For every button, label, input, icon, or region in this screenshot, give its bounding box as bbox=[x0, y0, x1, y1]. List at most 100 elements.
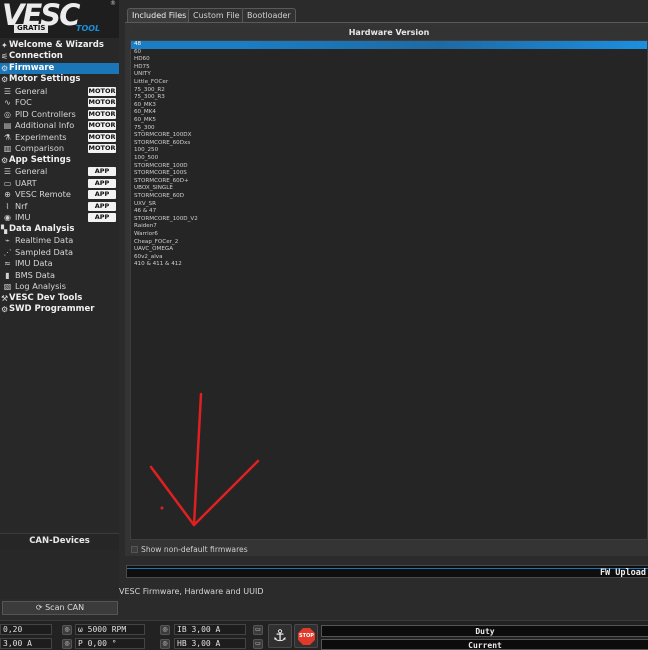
hb-input[interactable]: HB 3,00 A bbox=[174, 638, 246, 649]
hardware-version-item[interactable]: HD75 bbox=[131, 64, 647, 72]
hardware-version-item[interactable]: 410 & 411 & 412 bbox=[131, 261, 647, 269]
hardware-version-item[interactable]: UXV_SR bbox=[131, 201, 647, 209]
hardware-version-item[interactable]: UAVC_OMEGA bbox=[131, 246, 647, 254]
app-icon: ⚙ bbox=[1, 156, 9, 165]
sidebar-item-app-general[interactable]: ☰ General APP bbox=[0, 166, 119, 177]
scan-can-button[interactable]: ⟳ Scan CAN bbox=[2, 601, 118, 615]
logo-gratis: GRATIS bbox=[14, 24, 49, 33]
hardware-version-item[interactable]: 46 & 47 bbox=[131, 208, 647, 216]
motor-badge: MOTOR bbox=[88, 133, 116, 142]
chart-icon: ▚ bbox=[1, 225, 8, 234]
hardware-version-item[interactable]: HD60 bbox=[131, 56, 647, 64]
sidebar-group-data-analysis[interactable]: ▚ Data Analysis bbox=[0, 224, 119, 235]
hardware-version-item[interactable]: Cheap_FOCer_2 bbox=[131, 239, 647, 247]
motor-badge: MOTOR bbox=[88, 110, 116, 119]
rpm-set-button[interactable]: ◎ bbox=[160, 625, 170, 635]
hardware-version-item[interactable]: 60_MK3 bbox=[131, 102, 647, 110]
sidebar-item-additional-info[interactable]: ▤ Additional Info MOTOR bbox=[0, 120, 119, 131]
foc-icon: ∿ bbox=[4, 98, 11, 107]
sliders-icon: ☰ bbox=[3, 87, 12, 96]
sidebar-item-bms-data[interactable]: ▮ BMS Data bbox=[0, 270, 119, 281]
can-devices-list[interactable] bbox=[0, 549, 119, 599]
hb-set-button[interactable]: ▭ bbox=[253, 639, 263, 649]
imu-icon: ◉ bbox=[4, 213, 11, 222]
sidebar-item-imu[interactable]: ◉ IMU APP bbox=[0, 212, 119, 223]
position-set-button[interactable]: ◎ bbox=[160, 639, 170, 649]
tab-included-files[interactable]: Included Files bbox=[127, 8, 192, 22]
hardware-version-item[interactable]: 48 bbox=[131, 41, 647, 49]
sidebar-item-firmware[interactable]: ⚙ Firmware bbox=[0, 63, 119, 74]
hardware-version-item[interactable]: STORMCORE_100S bbox=[131, 170, 647, 178]
hardware-version-header: Hardware Version bbox=[130, 26, 648, 39]
stop-button[interactable]: STOP bbox=[294, 624, 318, 648]
realtime-icon: ⌁ bbox=[5, 236, 10, 245]
sidebar-item-vesc-remote[interactable]: ⊕ VESC Remote APP bbox=[0, 189, 119, 200]
anchor-button[interactable]: ⚓ bbox=[268, 624, 292, 648]
sidebar-item-sampled-data[interactable]: ⋰ Sampled Data bbox=[0, 247, 119, 258]
hardware-version-item[interactable]: Warrior6 bbox=[131, 231, 647, 239]
sidebar-item-log-analysis[interactable]: ▧ Log Analysis bbox=[0, 281, 119, 292]
hardware-version-item[interactable]: 75_300 bbox=[131, 125, 647, 133]
rpm-input[interactable]: ω 5000 RPM bbox=[75, 624, 145, 635]
sidebar-item-motor-general[interactable]: ☰ General MOTOR bbox=[0, 86, 119, 97]
sliders-icon: ☰ bbox=[3, 167, 12, 176]
hardware-version-item[interactable]: 75_300_R3 bbox=[131, 94, 647, 102]
sidebar-item-welcome[interactable]: ✦ Welcome & Wizards bbox=[0, 40, 119, 51]
hardware-version-item[interactable]: 60 bbox=[131, 49, 647, 57]
app-badge: APP bbox=[88, 190, 116, 199]
fw-upload-label: FW Upload bbox=[599, 568, 646, 578]
sidebar-item-foc[interactable]: ∿ FOC MOTOR bbox=[0, 97, 119, 108]
position-input[interactable]: P 0,00 ° bbox=[75, 638, 145, 649]
uart-icon: ▭ bbox=[3, 179, 12, 188]
hardware-version-item[interactable]: STORMCORE_60Dxs bbox=[131, 140, 647, 148]
hardware-version-item[interactable]: 60v2_alva bbox=[131, 254, 647, 262]
tab-custom-file[interactable]: Custom File bbox=[188, 8, 245, 22]
sidebar-item-pid[interactable]: ◎ PID Controllers MOTOR bbox=[0, 109, 119, 120]
hardware-version-item[interactable]: 100_500 bbox=[131, 155, 647, 163]
hardware-version-item[interactable]: STORMCORE_100D_V2 bbox=[131, 216, 647, 224]
logo-tool: TOOL bbox=[76, 24, 101, 33]
anchor-icon: ⚓ bbox=[272, 626, 288, 645]
hardware-version-item[interactable]: STORMCORE_60D+ bbox=[131, 178, 647, 186]
checkbox-icon[interactable] bbox=[131, 546, 138, 553]
sidebar: VESC GRATIS TOOL ® ✦ Welcome & Wizards ⚟… bbox=[0, 0, 119, 532]
sidebar-item-dev-tools[interactable]: ⚒ VESC Dev Tools bbox=[0, 293, 119, 304]
sidebar-item-comparison[interactable]: ▥ Comparison MOTOR bbox=[0, 143, 119, 154]
fw-upload-progress-bar: FW Upload bbox=[126, 565, 648, 578]
sidebar-item-experiments[interactable]: ⚗ Experiments MOTOR bbox=[0, 132, 119, 143]
hardware-version-item[interactable]: 100_250 bbox=[131, 147, 647, 155]
hardware-version-item[interactable]: 60_MK4 bbox=[131, 109, 647, 117]
hardware-version-item[interactable]: 60_MK5 bbox=[131, 117, 647, 125]
hardware-version-item[interactable]: STORMCORE_60D bbox=[131, 193, 647, 201]
app-badge: APP bbox=[88, 167, 116, 176]
sidebar-item-connection[interactable]: ⚟ Connection bbox=[0, 51, 119, 62]
hardware-version-item[interactable]: STORMCORE_100D bbox=[131, 163, 647, 171]
show-non-default-checkbox[interactable]: Show non-default firmwares bbox=[131, 545, 248, 555]
hardware-version-item[interactable]: STORMCORE_100DX bbox=[131, 132, 647, 140]
status-text: VESC Firmware, Hardware and UUID bbox=[119, 587, 264, 596]
hardware-version-item[interactable]: UBOX_SINGLE bbox=[131, 185, 647, 193]
sidebar-item-uart[interactable]: ▭ UART APP bbox=[0, 178, 119, 189]
duty-set-button[interactable]: ◎ bbox=[62, 625, 72, 635]
sidebar-group-motor-settings[interactable]: ⚙ Motor Settings bbox=[0, 74, 119, 85]
hardware-version-item[interactable]: 75_300_R2 bbox=[131, 87, 647, 95]
sidebar-item-nrf[interactable]: ⌇ Nrf APP bbox=[0, 201, 119, 212]
ib-input[interactable]: IB 3,00 A bbox=[174, 624, 246, 635]
app-badge: APP bbox=[88, 179, 116, 188]
plug-icon: ⚟ bbox=[1, 52, 9, 61]
motor-badge: MOTOR bbox=[88, 98, 116, 107]
sidebar-item-realtime-data[interactable]: ⌁ Realtime Data bbox=[0, 235, 119, 246]
hardware-version-item[interactable]: Raiden7 bbox=[131, 223, 647, 231]
motor-badge: MOTOR bbox=[88, 87, 116, 96]
current-set-button[interactable]: ◎ bbox=[62, 639, 72, 649]
hardware-version-item[interactable]: Little_FOCer bbox=[131, 79, 647, 87]
sidebar-item-imu-data[interactable]: ≈ IMU Data bbox=[0, 258, 119, 269]
hardware-version-item[interactable]: UNITY bbox=[131, 71, 647, 79]
sidebar-group-app-settings[interactable]: ⚙ App Settings bbox=[0, 155, 119, 166]
sidebar-item-swd-programmer[interactable]: ⚙ SWD Programmer bbox=[0, 304, 119, 315]
hardware-version-list[interactable]: 48 60 HD60 HD75 UNITY Little_FOCer 75_300_R2 75… bbox=[130, 40, 648, 540]
current-input[interactable]: 3,00 A bbox=[0, 638, 52, 649]
duty-input[interactable]: 0,20 bbox=[0, 624, 52, 635]
ib-set-button[interactable]: ▭ bbox=[253, 625, 263, 635]
tab-bootloader[interactable]: Bootloader bbox=[242, 8, 296, 22]
